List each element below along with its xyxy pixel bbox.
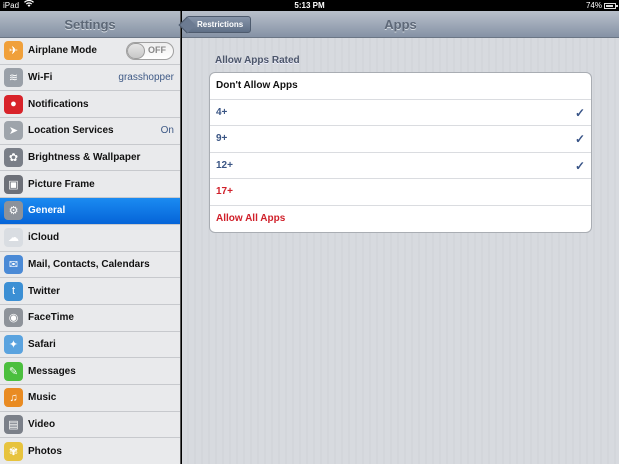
sidebar-item-label: FaceTime	[28, 312, 74, 324]
mail-icon: ✉	[4, 254, 23, 274]
photos-icon: ✾	[4, 441, 23, 461]
settings-list: ✈ Airplane Mode OFF ≋ Wi-Fi grasshopper ● Notif…	[0, 38, 180, 464]
sidebar-item-facetime[interactable]: ◉ FaceTime	[0, 304, 180, 332]
sidebar-item-video[interactable]: ▤ Video	[0, 411, 180, 439]
toggle-label: OFF	[148, 45, 166, 55]
back-button-label: Restrictions	[197, 20, 244, 29]
picture-frame-icon: ▣	[4, 174, 23, 194]
rating-option-allow-all-apps[interactable]: Allow All Apps	[210, 206, 591, 233]
rating-option-9[interactable]: 9+ ✓	[210, 126, 591, 153]
sidebar-item-brightness-wallpaper[interactable]: ✿ Brightness & Wallpaper	[0, 144, 180, 172]
notifications-icon: ●	[4, 94, 23, 114]
sidebar-item-icloud[interactable]: ☁ iCloud	[0, 224, 180, 252]
airplane-mode-toggle[interactable]: OFF	[126, 42, 174, 60]
settings-sidebar: Settings ✈ Airplane Mode OFF ≋ Wi-Fi grasshop…	[0, 11, 181, 464]
sidebar-item-notifications[interactable]: ● Notifications	[0, 91, 180, 119]
sidebar-item-label: Music	[28, 392, 57, 404]
sidebar-item-location-services[interactable]: ➤ Location Services On	[0, 118, 180, 145]
rating-option-label: Allow All Apps	[216, 212, 286, 224]
sidebar-item-label: Video	[28, 418, 56, 430]
sidebar-item-label: General	[28, 205, 66, 217]
safari-icon: ✦	[4, 334, 23, 354]
checkmark-icon: ✓	[574, 132, 585, 146]
sidebar-item-value: On	[160, 125, 174, 137]
sidebar-title: Settings	[0, 11, 180, 38]
checkmark-icon: ✓	[574, 105, 585, 120]
wifi-icon: ≋	[4, 68, 23, 88]
sidebar-item-label: Airplane Mode	[28, 45, 97, 57]
sidebar-item-wi-fi[interactable]: ≋ Wi-Fi grasshopper	[0, 64, 180, 92]
sidebar-item-label: Messages	[28, 365, 76, 377]
sidebar-item-label: Mail, Contacts, Calendars	[28, 258, 150, 270]
rating-option-label: 9+	[216, 133, 228, 144]
sidebar-item-label: Photos	[28, 445, 62, 457]
battery-icon	[604, 3, 618, 9]
section-header: Allow Apps Rated	[215, 55, 300, 66]
facetime-icon: ◉	[4, 308, 23, 328]
sidebar-item-label: Brightness & Wallpaper	[28, 152, 141, 164]
gear-icon: ⚙	[4, 201, 23, 221]
back-button-restrictions[interactable]: Restrictions	[186, 16, 252, 33]
sidebar-item-label: Twitter	[28, 285, 61, 297]
twitter-icon: t	[4, 281, 23, 301]
rating-option-4[interactable]: 4+ ✓	[210, 100, 591, 126]
sidebar-item-music[interactable]: ♫ Music	[0, 384, 180, 412]
sidebar-item-airplane-mode[interactable]: ✈ Airplane Mode OFF	[0, 38, 180, 65]
sidebar-item-safari[interactable]: ✦ Safari	[0, 331, 180, 359]
rating-option-17[interactable]: 17+	[210, 179, 591, 206]
location-icon: ➤	[4, 121, 23, 141]
sidebar-item-label: Picture Frame	[28, 178, 95, 190]
sidebar-item-label: Location Services	[28, 125, 114, 137]
airplane-icon: ✈	[4, 41, 23, 61]
sidebar-item-label: Notifications	[28, 98, 89, 110]
cloud-icon: ☁	[4, 228, 23, 248]
checkmark-icon: ✓	[574, 158, 585, 173]
video-icon: ▤	[4, 414, 23, 434]
brightness-icon: ✿	[4, 148, 23, 168]
toggle-knob	[127, 43, 145, 59]
sidebar-item-value: grasshopper	[118, 72, 174, 84]
sidebar-item-label: iCloud	[28, 232, 60, 244]
sidebar-item-picture-frame[interactable]: ▣ Picture Frame	[0, 171, 180, 199]
rating-options-group: Don't Allow Apps 4+ ✓ 9+ ✓ 12+ ✓ 17+ Allow All A…	[209, 72, 592, 233]
detail-nav-bar: Apps Restrictions	[182, 11, 619, 38]
rating-option-label: 4+	[216, 106, 228, 118]
detail-pane: Apps Restrictions Allow Apps Rated Don't…	[182, 11, 619, 464]
rating-option-12[interactable]: 12+ ✓	[210, 153, 591, 179]
battery-percent: 74%	[585, 1, 602, 10]
clock: 5:13 PM	[294, 1, 325, 10]
music-icon: ♫	[4, 388, 23, 408]
rating-option-label: Don't Allow Apps	[216, 80, 298, 91]
sidebar-item-photos[interactable]: ✾ Photos	[0, 438, 180, 464]
sidebar-item-label: Wi-Fi	[28, 72, 53, 84]
messages-icon: ✎	[4, 361, 23, 381]
sidebar-item-mail-contacts-calendars[interactable]: ✉ Mail, Contacts, Calendars	[0, 251, 180, 279]
rating-option-don-t-allow-apps[interactable]: Don't Allow Apps	[210, 73, 591, 100]
status-bar: iPad 5:13 PM 74%	[0, 0, 619, 11]
sidebar-item-messages[interactable]: ✎ Messages	[0, 358, 180, 385]
sidebar-item-label: Safari	[28, 338, 56, 350]
sidebar-item-general[interactable]: ⚙ General	[0, 198, 180, 225]
rating-option-label: 17+	[216, 186, 233, 197]
rating-option-label: 12+	[216, 159, 233, 171]
sidebar-item-twitter[interactable]: t Twitter	[0, 278, 180, 305]
